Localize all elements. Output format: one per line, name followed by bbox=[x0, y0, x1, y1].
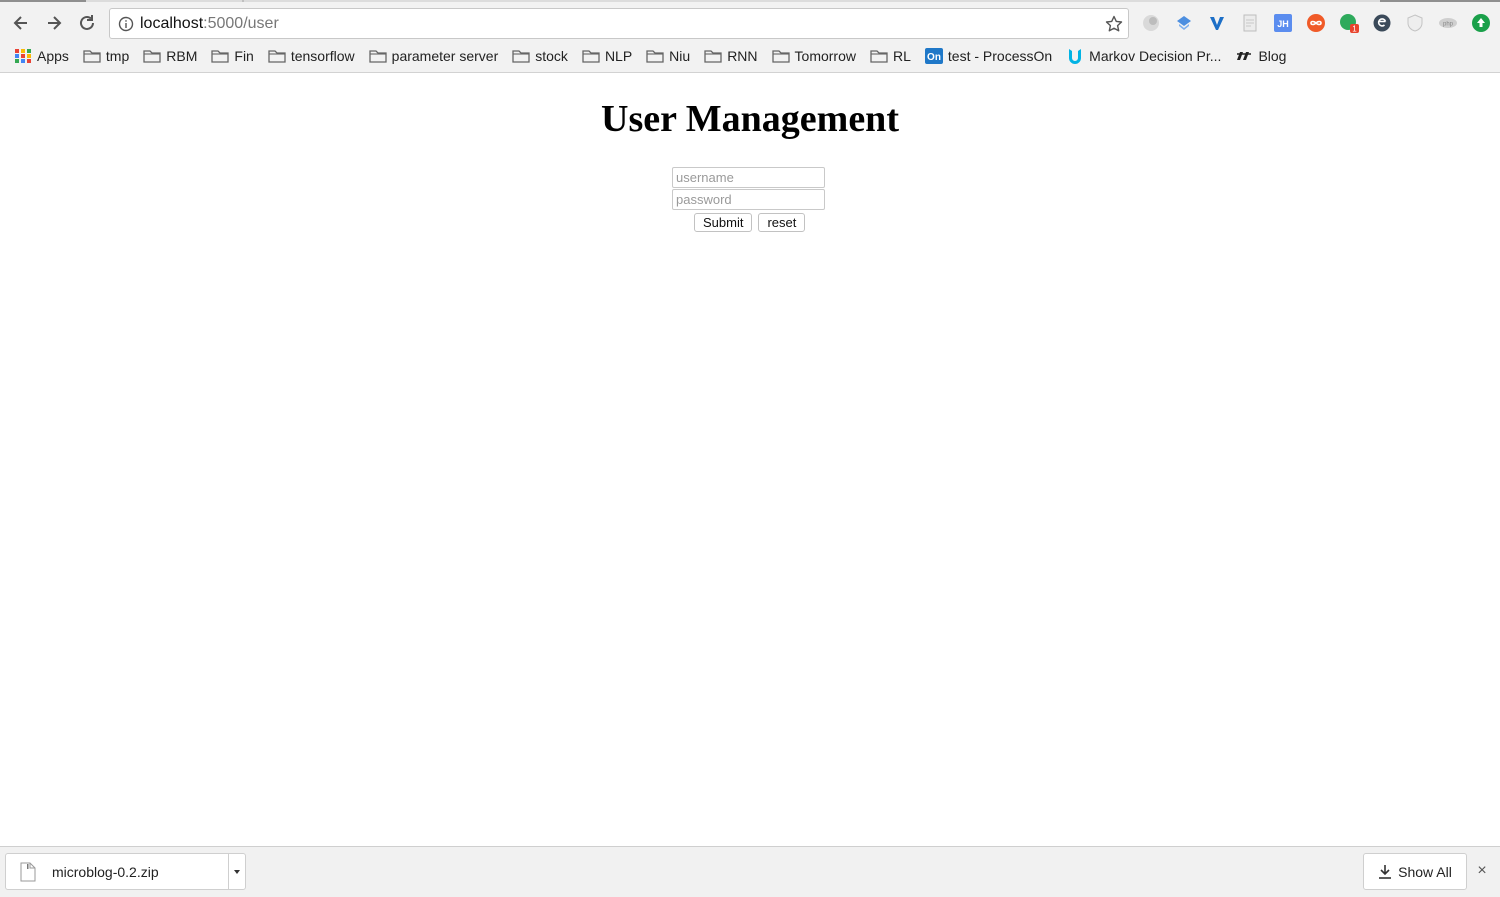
info-icon[interactable] bbox=[118, 16, 134, 32]
folder-icon bbox=[704, 50, 722, 63]
bookmark-label: Niu bbox=[669, 48, 691, 64]
bookmark-processon[interactable]: On test - ProcessOn bbox=[924, 46, 1053, 66]
url-host: localhost bbox=[140, 14, 204, 32]
php-extension-icon[interactable]: php bbox=[1437, 12, 1459, 34]
jh-extension-label: JH bbox=[1277, 19, 1289, 29]
arrow-right-icon bbox=[48, 16, 62, 30]
reset-button[interactable]: reset bbox=[758, 213, 806, 232]
page-title: User Management bbox=[601, 98, 899, 140]
processon-badge: On bbox=[927, 52, 941, 63]
bookmark-label: Fin bbox=[234, 48, 254, 64]
extensions-toolbar: JH 1 php bbox=[1140, 12, 1500, 34]
download-options-button[interactable] bbox=[228, 854, 245, 889]
bookmark-label: Apps bbox=[37, 48, 69, 64]
folder-icon bbox=[646, 50, 664, 63]
tab-strip bbox=[0, 0, 1500, 2]
bookmark-folder-rbm[interactable]: RBM bbox=[143, 46, 197, 66]
shield-extension-icon[interactable] bbox=[1404, 12, 1426, 34]
bookmark-folder-tmp[interactable]: tmp bbox=[83, 46, 129, 66]
apps-grid-icon bbox=[15, 49, 31, 63]
download-item[interactable]: microblog-0.2.zip bbox=[5, 853, 246, 890]
bookmark-label: NLP bbox=[604, 48, 633, 64]
bookmark-apps[interactable]: Apps bbox=[14, 46, 69, 66]
bookmark-folder-tensorflow[interactable]: tensorflow bbox=[268, 46, 355, 66]
address-bar[interactable]: localhost:5000/user bbox=[109, 8, 1129, 39]
show-all-label: Show All bbox=[1398, 863, 1452, 880]
active-tab-indicator bbox=[0, 0, 86, 2]
submit-button[interactable]: Submit bbox=[694, 213, 753, 232]
notification-extension-icon[interactable]: 1 bbox=[1338, 12, 1360, 34]
folder-icon bbox=[268, 50, 286, 63]
bookmark-folder-stock[interactable]: stock bbox=[512, 46, 568, 66]
bookmark-folder-rl[interactable]: RL bbox=[870, 46, 911, 66]
bookmark-label: RBM bbox=[166, 48, 198, 64]
bookmark-label: parameter server bbox=[391, 48, 499, 64]
download-file-name: microblog-0.2.zip bbox=[52, 863, 159, 880]
close-shelf-button[interactable]: × bbox=[1474, 862, 1490, 879]
folder-icon bbox=[211, 50, 230, 63]
bookmark-blog[interactable]: Blog bbox=[1235, 46, 1286, 66]
bookmark-label: RNN bbox=[727, 48, 758, 64]
reload-button[interactable] bbox=[75, 11, 99, 35]
bookmark-label: Markov Decision Pr... bbox=[1089, 48, 1222, 64]
bookmark-star-icon[interactable] bbox=[1104, 14, 1124, 34]
user-form bbox=[672, 167, 826, 211]
caret-down-icon bbox=[234, 869, 240, 874]
bookmark-label: RL bbox=[893, 48, 911, 64]
page-extension-icon[interactable] bbox=[1239, 12, 1261, 34]
forward-button[interactable] bbox=[42, 11, 66, 35]
tab-indicator bbox=[1380, 0, 1500, 2]
jh-extension-icon[interactable]: JH bbox=[1272, 12, 1294, 34]
bookmarks-bar: Apps tmp RBM Fin tensorflow parameter se… bbox=[14, 45, 1300, 67]
folder-icon bbox=[870, 50, 888, 63]
infinity-extension-icon[interactable] bbox=[1305, 12, 1327, 34]
upload-extension-icon[interactable] bbox=[1470, 12, 1492, 34]
folder-icon bbox=[83, 50, 101, 63]
bookmark-folder-parameter-server[interactable]: parameter server bbox=[369, 46, 499, 66]
bookmark-label: Tomorrow bbox=[794, 48, 856, 64]
folder-icon bbox=[512, 50, 530, 63]
bookmark-label: stock bbox=[535, 48, 568, 64]
folder-icon bbox=[369, 50, 387, 63]
bookmark-label: Blog bbox=[1258, 48, 1287, 64]
notification-badge: 1 bbox=[1352, 25, 1357, 34]
show-all-downloads-button[interactable]: Show All bbox=[1363, 853, 1467, 890]
bookmark-label: test - ProcessOn bbox=[947, 48, 1053, 64]
url-text[interactable]: localhost:5000/user bbox=[140, 15, 279, 33]
udacity-icon bbox=[1069, 49, 1082, 64]
v-extension-icon[interactable] bbox=[1206, 12, 1228, 34]
tab-divider bbox=[242, 0, 244, 2]
form-buttons: Submit reset bbox=[694, 213, 811, 232]
browser-chrome: localhost:5000/user JH 1 php Apps tmp RB… bbox=[0, 0, 1500, 73]
download-shelf: microblog-0.2.zip Show All × bbox=[0, 846, 1500, 897]
username-input[interactable] bbox=[672, 167, 825, 188]
bookmark-label: tensorflow bbox=[290, 48, 355, 64]
bookmark-folder-tomorrow[interactable]: Tomorrow bbox=[771, 46, 856, 66]
bookmark-label: tmp bbox=[105, 48, 130, 64]
back-button[interactable] bbox=[9, 11, 33, 35]
file-icon bbox=[20, 862, 36, 881]
e-extension-icon[interactable] bbox=[1371, 12, 1393, 34]
bookmark-markov[interactable]: Markov Decision Pr... bbox=[1066, 46, 1221, 66]
url-path: :5000/user bbox=[203, 14, 279, 32]
folder-icon bbox=[582, 50, 600, 63]
password-input[interactable] bbox=[672, 189, 825, 210]
blog-icon bbox=[1237, 52, 1252, 60]
bookmark-folder-niu[interactable]: Niu bbox=[646, 46, 690, 66]
download-icon bbox=[1379, 864, 1392, 879]
close-icon: × bbox=[1477, 862, 1487, 879]
php-extension-label: php bbox=[1443, 22, 1454, 28]
bookmark-folder-rnn[interactable]: RNN bbox=[704, 46, 758, 66]
processon-icon: On bbox=[924, 48, 943, 64]
folder-icon bbox=[143, 50, 161, 63]
globe-extension-icon[interactable] bbox=[1140, 12, 1162, 34]
bookmark-folder-fin[interactable]: Fin bbox=[211, 46, 254, 66]
reload-icon bbox=[80, 15, 94, 30]
diamond-extension-icon[interactable] bbox=[1173, 12, 1195, 34]
arrow-left-icon bbox=[13, 16, 27, 30]
folder-icon bbox=[771, 50, 790, 63]
bookmark-folder-nlp[interactable]: NLP bbox=[582, 46, 632, 66]
